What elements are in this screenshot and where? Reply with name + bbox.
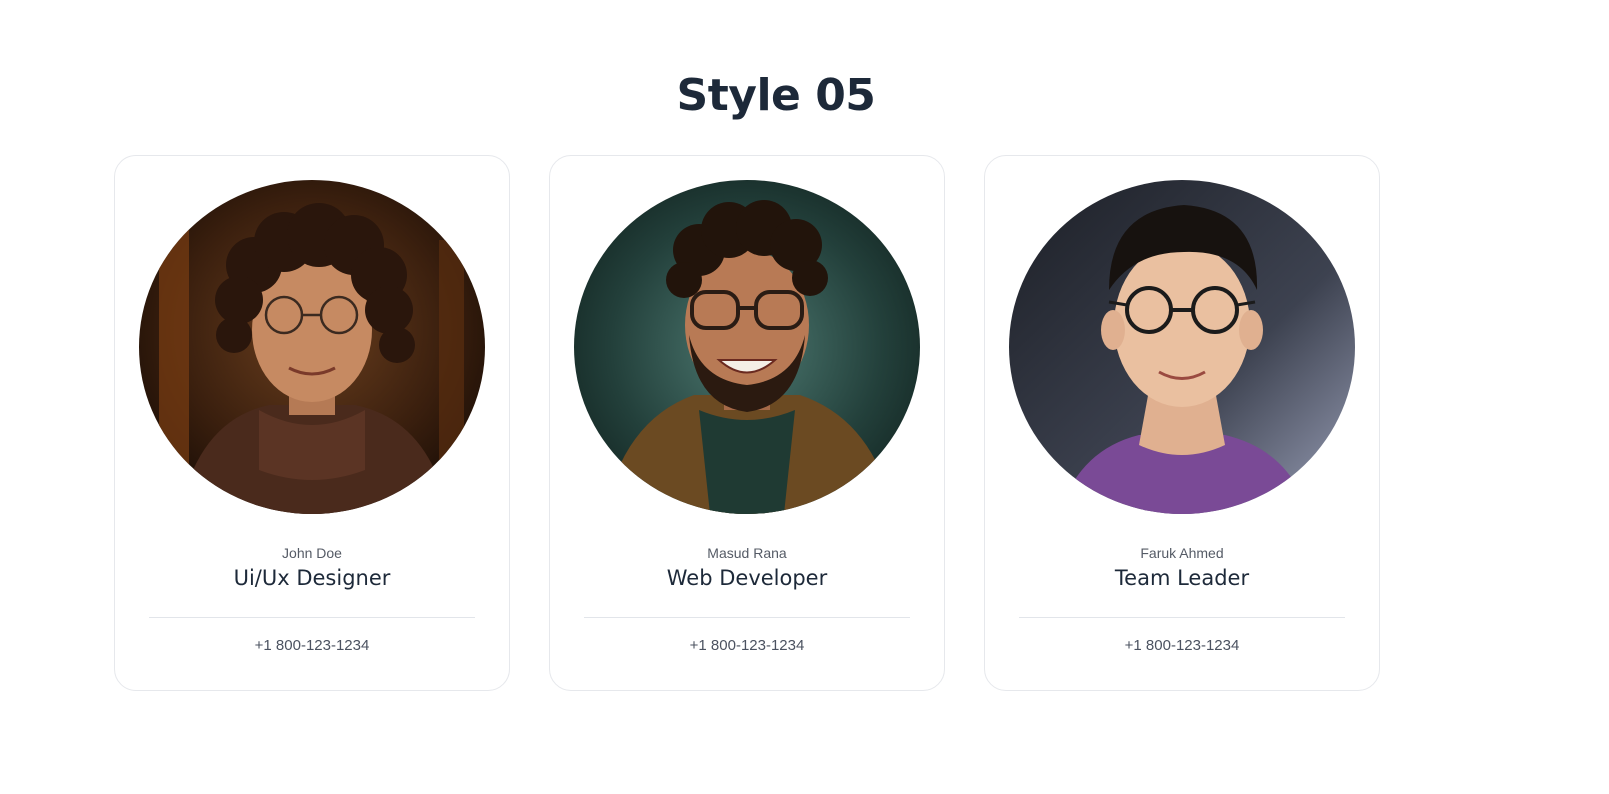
member-role: Ui/Ux Designer [233,566,391,590]
avatar [574,180,920,514]
member-name: Faruk Ahmed [1140,545,1224,561]
portrait-image [1009,180,1355,514]
divider [584,617,910,618]
avatar [139,180,485,514]
member-name: Masud Rana [707,545,787,561]
team-card: Masud Rana Web Developer +1 800-123-1234 [549,155,945,691]
member-name: John Doe [282,545,342,561]
member-role: Web Developer [666,566,828,590]
portrait-image [574,180,920,514]
member-phone: +1 800-123-1234 [254,637,370,654]
member-phone: +1 800-123-1234 [1124,637,1240,654]
member-role: Team Leader [1114,566,1250,590]
member-phone: +1 800-123-1234 [689,637,805,654]
page: Style 05 John Doe Ui/Ux Designer +1 800-… [0,0,1609,794]
divider [149,617,475,618]
portrait-image [139,180,485,514]
divider [1019,617,1345,618]
section-title: Style 05 [676,70,876,121]
team-card: John Doe Ui/Ux Designer +1 800-123-1234 [114,155,510,691]
team-card: Faruk Ahmed Team Leader +1 800-123-1234 [984,155,1380,691]
avatar [1009,180,1355,514]
